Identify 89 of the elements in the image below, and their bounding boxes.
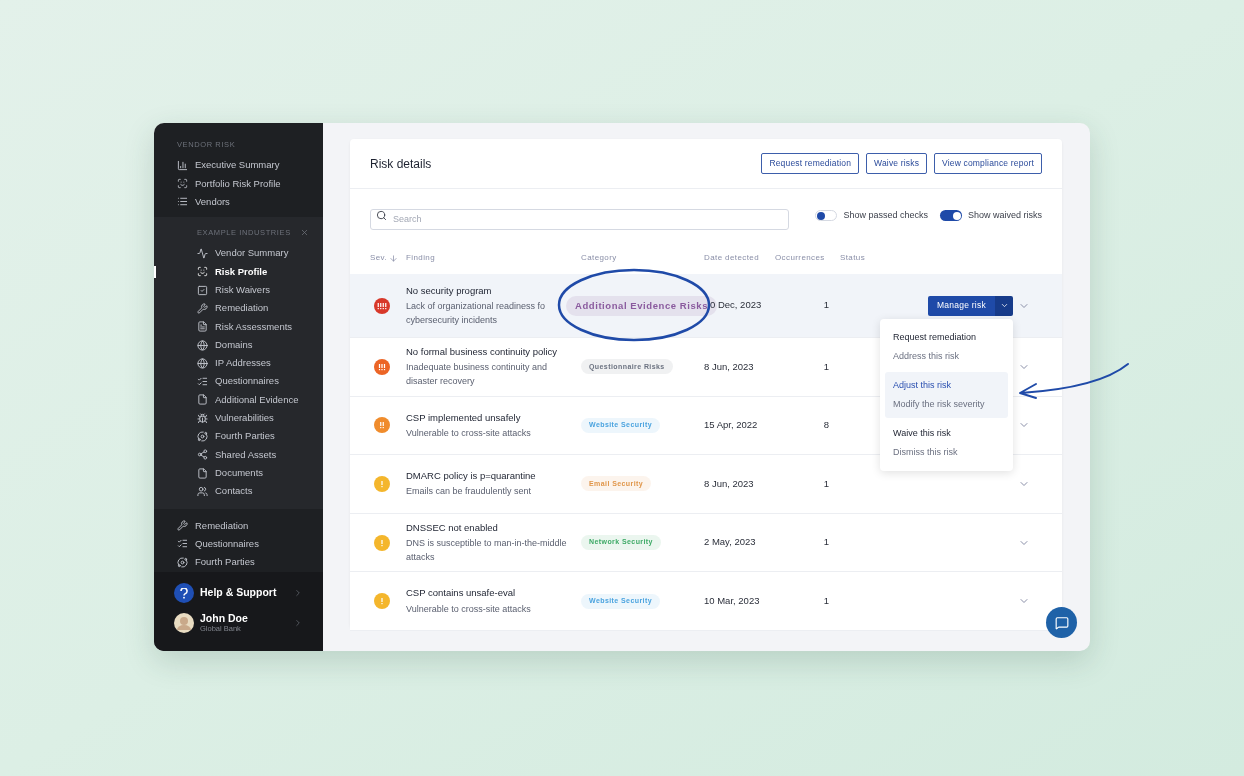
column-header: Date detected [704,252,759,264]
face-scan-icon [197,266,208,278]
action-button[interactable]: Request remediation [761,153,860,174]
sidebar-item[interactable]: Executive Summary [154,156,323,175]
file-icon [197,394,208,406]
document-icon [197,321,208,333]
finding-title: CSP implemented unsafely [406,410,522,425]
share-icon [197,449,208,461]
globe-icon [197,357,208,369]
column-header: Occurrences [775,252,825,264]
action-button[interactable]: View compliance report [934,153,1042,174]
toggle-switch[interactable] [939,210,962,221]
finding-description: DNS is susceptible to man-in-the-middle attacks [406,537,568,564]
date-detected: 8 Jun, 2023 [704,359,755,374]
sidebar-item[interactable]: Questionnaires [154,534,323,554]
sidebar-item[interactable]: Questionnaires [154,372,323,391]
bug-icon [197,412,208,424]
chevron-right-icon [293,588,303,598]
sidebar-item[interactable]: Domains [154,335,323,355]
sidebar-item[interactable]: Vendor Summary [154,244,323,263]
wrench-icon [197,302,208,314]
card-title: Risk details [370,155,432,173]
menu-item[interactable]: Adjust this risk Modify the risk severity [885,372,1008,418]
sidebar-item[interactable]: Risk Waivers [154,281,323,300]
finding-title: DNSSEC not enabled [406,520,499,535]
help-link[interactable]: Help & Support [174,582,303,604]
sidebar-item[interactable]: Remediation [154,516,323,535]
sidebar-item[interactable]: Additional Evidence [154,390,323,410]
sidebar-item[interactable]: Risk Profile [154,262,323,281]
orbit-icon [197,431,208,442]
occurrences: 8 [822,418,830,433]
sidebar-item[interactable]: Fourth Parties [154,427,323,446]
date-detected: 15 Apr, 2022 [704,418,759,433]
occurrences: 1 [822,476,830,491]
sidebar-item[interactable]: Risk Assessments [154,317,323,336]
finding-title: DMARC policy is p=quarantine [406,469,537,484]
close-icon[interactable] [300,228,309,238]
occurrences: 1 [822,535,830,550]
sidebar-item[interactable]: Vulnerabilities [154,409,323,428]
globe-icon [197,339,208,351]
occurrences: 1 [822,298,830,313]
toggle-label: Show waived risks [967,208,1042,222]
file-icon [197,467,208,479]
people-icon [197,485,208,497]
sidebar-item[interactable]: Contacts [154,482,323,501]
orbit-icon [177,556,188,568]
sidebar-item[interactable]: Portfolio Risk Profile [154,174,323,193]
finding-title: No security program [406,283,493,298]
occurrences: 1 [822,359,830,374]
sidebar-item[interactable]: Documents [154,463,323,483]
search-icon [376,210,387,221]
chevron-right-icon [293,618,303,628]
chat-button[interactable] [1046,607,1077,638]
date-detected: 2 May, 2023 [704,535,757,550]
bar-chart-icon [177,159,188,171]
avatar [174,613,194,633]
date-detected: 8 Jun, 2023 [704,476,755,491]
caret-icon[interactable] [999,301,1009,310]
finding-description: Inadequate business continuity and disaster recovery [406,361,549,388]
occurrences: 1 [822,594,830,609]
finding-description: Vulnerable to cross-site attacks [406,426,532,440]
search-field[interactable]: Search [370,208,789,230]
wrench-icon [177,520,188,532]
column-header: Status [840,252,866,264]
sidebar-item[interactable]: Shared Assets [154,445,323,464]
action-button[interactable]: Waive risks [866,153,928,174]
finding-title: No formal business continuity policy [406,345,558,360]
face-scan-icon [177,178,188,190]
sidebar-item[interactable]: Remediation [154,299,323,318]
user-name: John Doe [200,613,249,625]
sidebar-item[interactable]: IP Addresses [154,354,323,373]
column-header: Finding [406,252,436,264]
toggle-switch[interactable] [815,210,838,221]
checklist-icon [177,538,188,550]
sort-arrow-icon[interactable] [389,253,398,263]
finding-title: CSP contains unsafe-eval [406,586,517,601]
date-detected: 10 Mar, 2023 [704,594,761,609]
checkbox-icon [197,284,208,296]
checklist-icon [197,376,208,388]
finding-description: Emails can be fraudulently sent [406,485,533,499]
trend-line-icon [197,248,208,260]
chat-icon [1054,615,1069,630]
sidebar-item[interactable]: Vendors [154,192,323,212]
sidebar-item[interactable]: Fourth Parties [154,553,323,572]
finding-description: Vulnerable to cross-site attacks [406,602,532,616]
toggle-label: Show passed checks [843,208,928,222]
list-icon [177,196,188,208]
help-icon [174,583,194,603]
column-header: Category [581,252,617,264]
